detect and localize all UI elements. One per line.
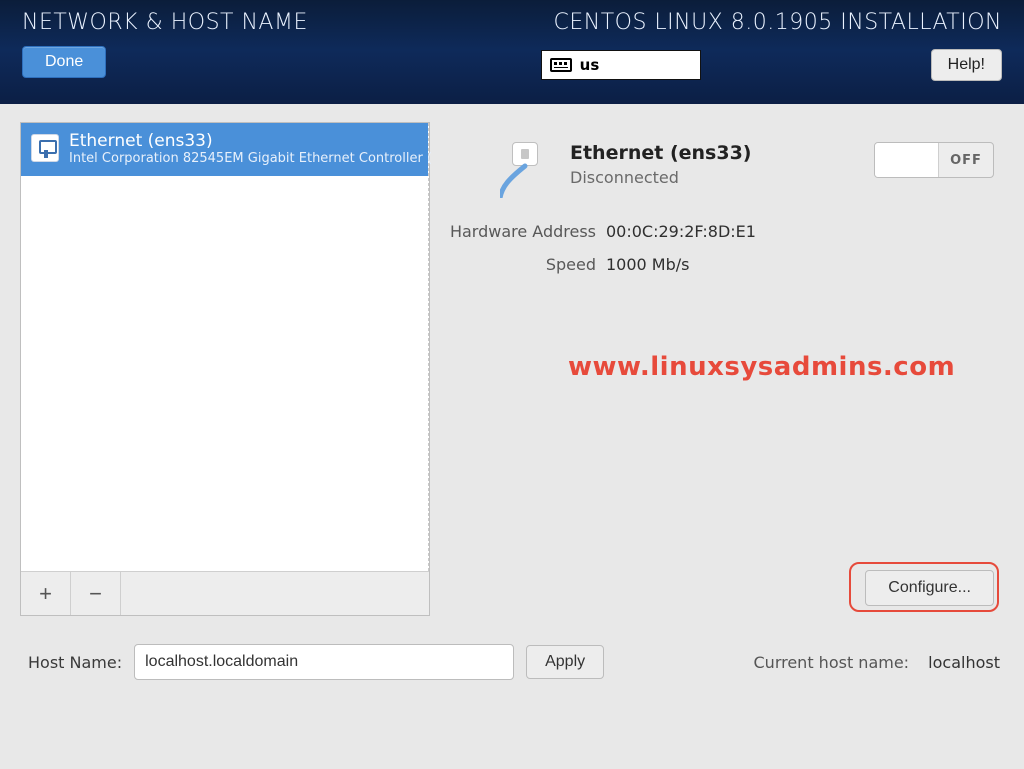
watermark-text: www.linuxsysadmins.com	[568, 352, 955, 382]
hostname-row: Host Name: Apply Current host name: loca…	[0, 616, 1024, 680]
property-key: Hardware Address	[438, 222, 596, 241]
keyboard-icon	[550, 58, 572, 72]
nic-item-name: Ethernet (ens33)	[69, 131, 432, 151]
header-right: CENTOS LINUX 8.0.1905 INSTALLATION us He…	[541, 10, 1002, 81]
apply-hostname-button[interactable]: Apply	[526, 645, 604, 679]
installer-title: CENTOS LINUX 8.0.1905 INSTALLATION	[541, 10, 1002, 35]
done-button[interactable]: Done	[22, 46, 106, 78]
header-bar: NETWORK & HOST NAME Done CENTOS LINUX 8.…	[0, 0, 1024, 104]
keyboard-layout-value: us	[580, 56, 600, 74]
configure-button[interactable]: Configure...	[865, 570, 994, 606]
nic-list[interactable]: Ethernet (ens33) Intel Corporation 82545…	[21, 123, 429, 571]
remove-nic-button[interactable]: −	[71, 572, 121, 615]
property-value: 00:0C:29:2F:8D:E1	[606, 222, 756, 241]
current-hostname-value: localhost	[928, 653, 1000, 672]
hostname-input[interactable]	[134, 644, 514, 680]
toggle-state-label: OFF	[939, 153, 993, 168]
nic-panel: Ethernet (ens33) Intel Corporation 82545…	[20, 122, 430, 616]
nic-properties: Hardware Address 00:0C:29:2F:8D:E1 Speed…	[438, 222, 1004, 274]
content-area: Ethernet (ens33) Intel Corporation 82545…	[0, 104, 1024, 616]
nic-detail-name: Ethernet (ens33)	[570, 142, 751, 164]
current-hostname-label-text: Current host name:	[754, 653, 910, 672]
property-row: Speed 1000 Mb/s	[438, 255, 1004, 274]
nic-detail-panel: Ethernet (ens33) Disconnected OFF Hardwa…	[438, 122, 1004, 616]
hostname-label: Host Name:	[28, 653, 122, 672]
nic-list-item[interactable]: Ethernet (ens33) Intel Corporation 82545…	[21, 123, 428, 176]
nic-enable-toggle[interactable]: OFF	[874, 142, 994, 178]
nic-item-vendor: Intel Corporation 82545EM Gigabit Ethern…	[69, 151, 432, 166]
ethernet-cable-icon	[500, 142, 556, 198]
toggle-knob	[875, 143, 939, 177]
property-key: Speed	[438, 255, 596, 274]
nic-detail-status: Disconnected	[570, 168, 751, 187]
property-value: 1000 Mb/s	[606, 255, 690, 274]
current-hostname-label: Current host name: localhost	[754, 653, 1001, 672]
add-nic-button[interactable]: +	[21, 572, 71, 615]
nic-toolbar: + −	[21, 571, 429, 615]
ethernet-port-icon	[31, 134, 59, 162]
help-button[interactable]: Help!	[931, 49, 1002, 81]
property-row: Hardware Address 00:0C:29:2F:8D:E1	[438, 222, 1004, 241]
keyboard-layout-indicator[interactable]: us	[541, 50, 701, 80]
